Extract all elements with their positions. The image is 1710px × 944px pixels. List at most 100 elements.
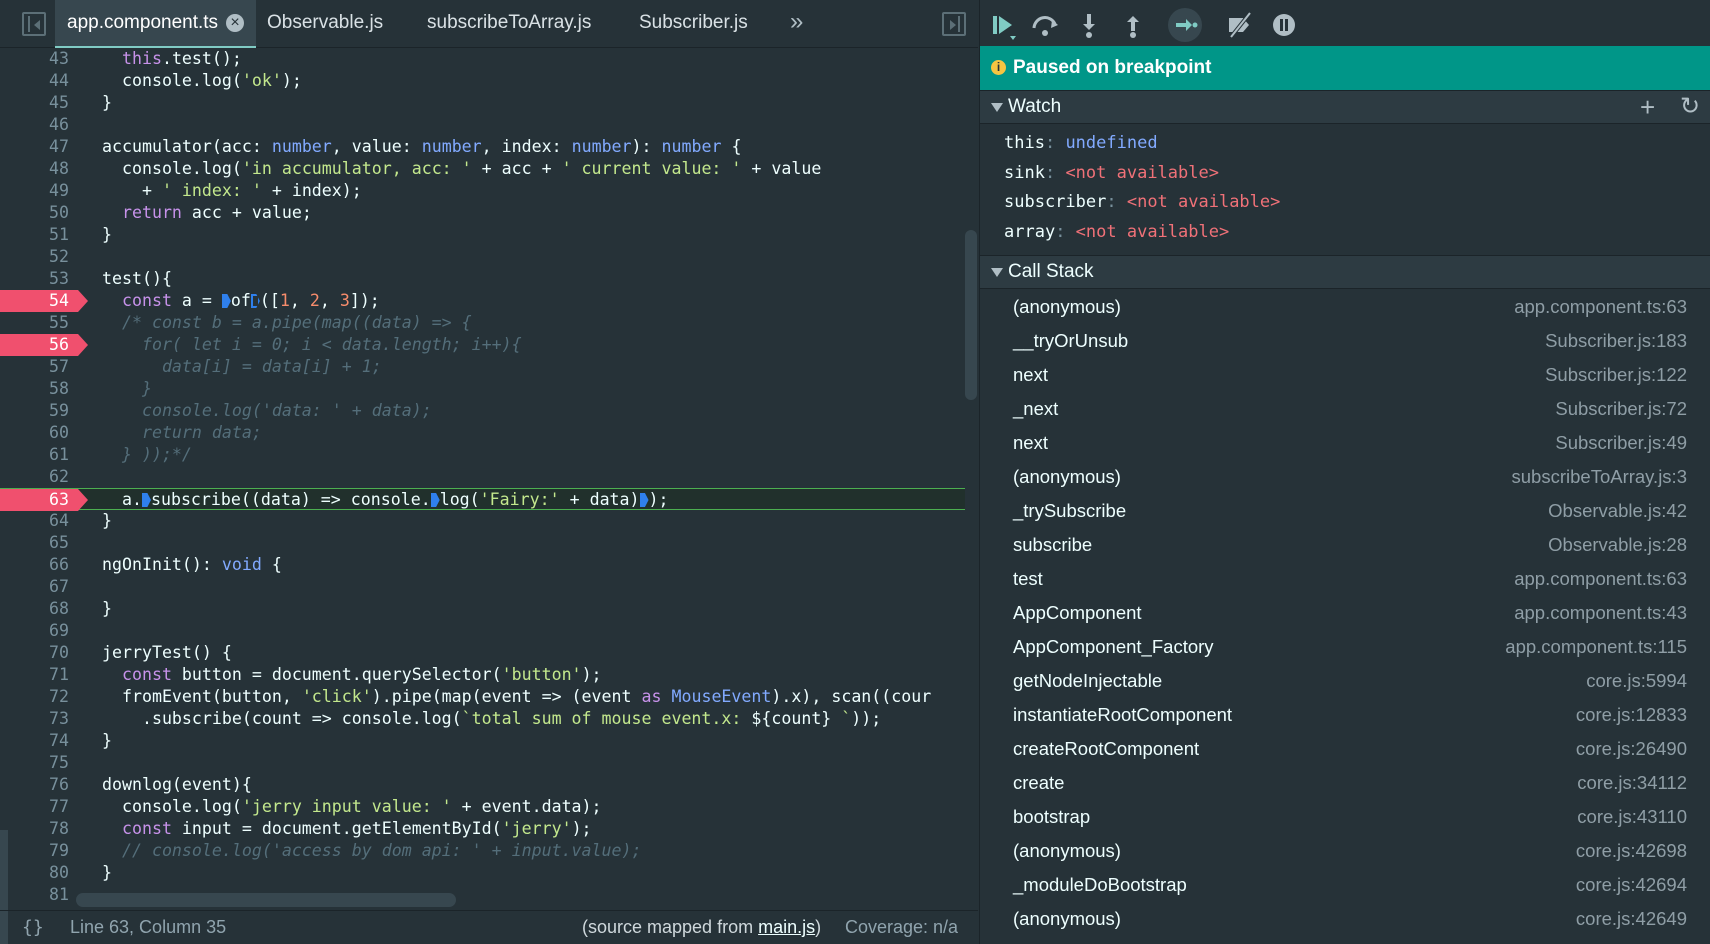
code-line[interactable]: 77 console.log('jerry input value: ' + e… [0,796,965,818]
line-number[interactable]: 79 [0,840,78,862]
toggle-debugger-icon[interactable] [942,12,966,36]
tab-app-component-ts[interactable]: app.component.ts × [55,0,257,48]
step-out-icon[interactable] [1116,8,1150,42]
code-line[interactable]: 66 ngOnInit(): void { [0,554,965,576]
line-number[interactable]: 75 [0,752,78,774]
callstack-frame[interactable]: (anonymous) core.js:42698 [980,834,1710,868]
toggle-navigator-icon[interactable] [22,12,46,36]
code-line[interactable]: 54 const a = of ([1, 2, 3]); [0,290,965,312]
callstack-frame[interactable]: bootstrap core.js:43110 [980,800,1710,834]
line-number[interactable]: 80 [0,862,78,884]
callstack-frame[interactable]: next Subscriber.js:49 [980,426,1710,460]
code-line[interactable]: 48 console.log('in accumulator, acc: ' +… [0,158,965,180]
frame-location[interactable]: core.js:43110 [1577,800,1687,834]
callstack-frame[interactable]: (anonymous) core.js:42649 [980,902,1710,936]
code-line[interactable]: 71 const button = document.querySelector… [0,664,965,686]
line-number[interactable]: 47 [0,136,78,158]
callstack-frame[interactable]: _moduleDoBootstrap core.js:42694 [980,868,1710,902]
code-line[interactable]: 72 fromEvent(button, 'click').pipe(map(e… [0,686,965,708]
frame-location[interactable]: Subscriber.js:49 [1555,426,1687,460]
line-number[interactable]: 49 [0,180,78,202]
code-line[interactable]: 65 [0,532,965,554]
frame-location[interactable]: app.component.ts:63 [1514,290,1687,324]
resume-icon[interactable] [986,8,1020,42]
callstack-frame[interactable]: subscribe Observable.js:28 [980,528,1710,562]
line-number[interactable]: 77 [0,796,78,818]
callstack-section-header[interactable]: Call Stack [980,255,1710,289]
frame-location[interactable]: Observable.js:42 [1548,494,1687,528]
vertical-scrollbar[interactable] [965,230,977,400]
add-watch-icon[interactable]: + [1640,91,1655,123]
code-line[interactable]: 49 + ' index: ' + index); [0,180,965,202]
tab-observable-js[interactable]: Observable.js [255,0,395,48]
line-number[interactable]: 58 [0,378,78,400]
line-number[interactable]: 72 [0,686,78,708]
watch-expression[interactable]: subscriber: <not available> [1004,187,1280,217]
code-line[interactable]: 57 data[i] = data[i] + 1; [0,356,965,378]
frame-location[interactable]: core.js:42694 [1576,868,1687,902]
watch-expression[interactable]: this: undefined [1004,128,1158,158]
step-icon[interactable] [1168,8,1202,42]
callstack-frame[interactable]: (anonymous) subscribeToArray.js:3 [980,460,1710,494]
line-number[interactable]: 62 [0,466,78,488]
frame-location[interactable]: core.js:34112 [1577,766,1687,800]
callstack-frame[interactable]: AppComponent_Factory app.component.ts:115 [980,630,1710,664]
step-into-icon[interactable] [1072,8,1106,42]
tab-subscriber-js[interactable]: Subscriber.js [627,0,760,48]
code-line[interactable]: 45} [0,92,965,114]
line-number[interactable]: 57 [0,356,78,378]
frame-location[interactable]: core.js:42698 [1576,834,1687,868]
callstack-frame[interactable]: __tryOrUnsub Subscriber.js:183 [980,324,1710,358]
frame-location[interactable]: Observable.js:28 [1548,528,1687,562]
line-number[interactable]: 45 [0,92,78,114]
line-number[interactable]: 78 [0,818,78,840]
line-number[interactable]: 66 [0,554,78,576]
watch-expression[interactable]: sink: <not available> [1004,158,1219,188]
frame-location[interactable]: Subscriber.js:72 [1555,392,1687,426]
line-number[interactable]: 74 [0,730,78,752]
callstack-frame[interactable]: _next Subscriber.js:72 [980,392,1710,426]
code-line[interactable]: 55 /* const b = a.pipe(map((data) => { [0,312,965,334]
tab-subscribetoarray-js[interactable]: subscribeToArray.js [415,0,603,48]
line-number[interactable]: 76 [0,774,78,796]
pretty-print-icon[interactable]: {} [22,911,44,944]
code-line[interactable]: 50 return acc + value; [0,202,965,224]
code-line[interactable]: 80} [0,862,965,884]
frame-location[interactable]: core.js:12833 [1576,698,1687,732]
line-number[interactable]: 48 [0,158,78,180]
code-line[interactable]: 73 .subscribe(count => console.log(`tota… [0,708,965,730]
code-line[interactable]: 44 console.log('ok'); [0,70,965,92]
code-line[interactable]: 70 jerryTest() { [0,642,965,664]
code-line[interactable]: 51} [0,224,965,246]
breakpoint-marker[interactable]: 54 [0,290,88,312]
frame-location[interactable]: core.js:26490 [1576,732,1687,766]
code-line[interactable]: 67 [0,576,965,598]
code-line[interactable]: 52 [0,246,965,268]
line-number[interactable]: 65 [0,532,78,554]
frame-location[interactable]: app.component.ts:115 [1505,630,1687,664]
code-line[interactable]: 56 for( let i = 0; i < data.length; i++)… [0,334,965,356]
watch-section-header[interactable]: Watch + ↻ [980,90,1710,124]
frame-location[interactable]: app.component.ts:43 [1514,596,1687,630]
source-map-link[interactable]: main.js [758,917,815,937]
line-number[interactable]: 60 [0,422,78,444]
callstack-frame[interactable]: AppComponent app.component.ts:43 [980,596,1710,630]
code-line[interactable]: 69 [0,620,965,642]
code-line[interactable]: 60 return data; [0,422,965,444]
line-number[interactable]: 53 [0,268,78,290]
more-tabs-icon[interactable]: » [790,8,803,36]
code-line[interactable]: 79 // console.log('access by dom api: ' … [0,840,965,862]
frame-location[interactable]: Subscriber.js:183 [1545,324,1687,358]
callstack-frame[interactable]: _trySubscribe Observable.js:42 [980,494,1710,528]
code-line[interactable]: 43 this.test(); [0,48,965,70]
close-icon[interactable]: × [226,14,245,32]
code-line[interactable]: 76 downlog(event){ [0,774,965,796]
line-number[interactable]: 44 [0,70,78,92]
pause-on-exceptions-icon[interactable] [1267,8,1301,42]
callstack-frame[interactable]: createRootComponent core.js:26490 [980,732,1710,766]
line-number[interactable]: 81 [0,884,78,906]
code-line[interactable]: 74} [0,730,965,752]
line-number[interactable]: 55 [0,312,78,334]
code-line[interactable]: 58 } [0,378,965,400]
line-number[interactable]: 43 [0,48,78,70]
